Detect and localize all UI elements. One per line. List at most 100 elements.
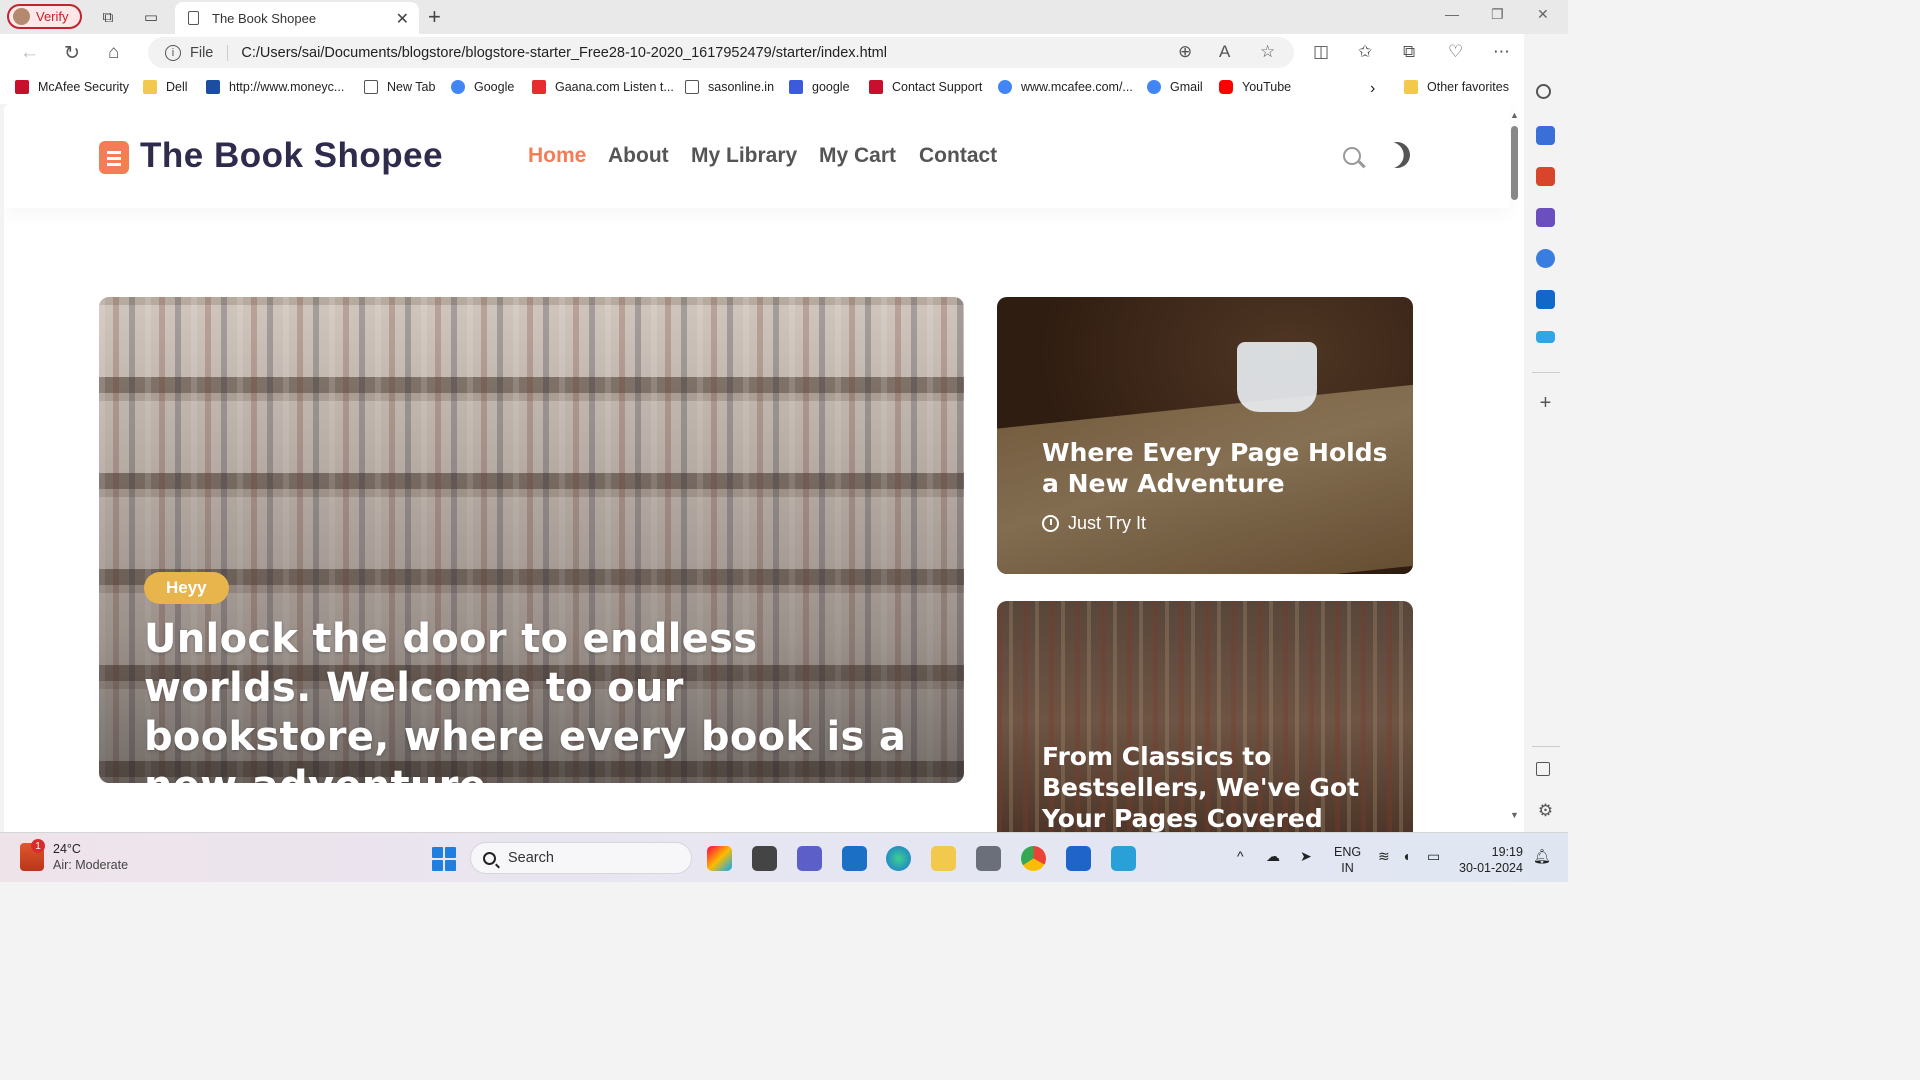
notification-bell-icon[interactable]: 🔔︎ xyxy=(1533,848,1551,864)
coffee-cup-image xyxy=(1237,342,1317,412)
send-icon[interactable] xyxy=(1536,331,1555,343)
favorite-item[interactable]: Google xyxy=(451,80,514,94)
favorite-star-icon[interactable]: ☆ xyxy=(1260,42,1275,62)
read-aloud-icon[interactable]: A xyxy=(1219,42,1230,62)
site-header: The Book Shopee Home About My Library My… xyxy=(4,104,1510,208)
favorite-item[interactable]: google xyxy=(789,80,850,94)
hero-card[interactable]: Heyy Unlock the door to endless worlds. … xyxy=(99,297,964,783)
location-icon[interactable]: ➤ xyxy=(1300,848,1312,864)
feature-card[interactable]: Where Every Page Holds a New Adventure J… xyxy=(997,297,1413,574)
scroll-up-arrow-icon[interactable]: ▲ xyxy=(1510,110,1519,120)
nav-home[interactable]: Home xyxy=(528,144,586,168)
favorite-item[interactable]: New Tab xyxy=(364,80,435,94)
nav-my-library[interactable]: My Library xyxy=(691,144,797,168)
url-field[interactable]: i File C:/Users/sai/Documents/blogstore/… xyxy=(148,37,1294,68)
feature-card[interactable]: From Classics to Bestsellers, We've Got … xyxy=(997,601,1413,832)
book-logo-icon[interactable] xyxy=(99,141,129,174)
tab-actions-icon[interactable]: ▭ xyxy=(141,7,161,27)
favorite-item[interactable]: Gaana.com Listen t... xyxy=(532,80,674,94)
url-text[interactable]: C:/Users/sai/Documents/blogstore/blogsto… xyxy=(241,45,887,61)
category-tag[interactable]: Heyy xyxy=(144,572,229,604)
settings-gear-icon[interactable]: ⚙ xyxy=(1536,801,1555,820)
tab-title: The Book Shopee xyxy=(212,10,317,26)
file-explorer-icon[interactable] xyxy=(931,846,956,871)
games-icon[interactable] xyxy=(1536,208,1555,227)
site-logo-text[interactable]: The Book Shopee xyxy=(140,136,443,176)
sidebar-panel-icon[interactable] xyxy=(1536,762,1550,776)
edge-browser-icon[interactable] xyxy=(886,846,911,871)
feature-card-title[interactable]: From Classics to Bestsellers, We've Got … xyxy=(1042,741,1402,832)
back-icon[interactable]: ← xyxy=(20,42,39,64)
favorite-item[interactable]: www.mcafee.com/... xyxy=(998,80,1133,94)
nav-contact[interactable]: Contact xyxy=(919,144,997,168)
windows-start-icon[interactable] xyxy=(432,847,456,871)
page-icon xyxy=(364,80,378,94)
close-tab-icon[interactable]: ✕ xyxy=(396,9,409,29)
snipping-tool-icon[interactable] xyxy=(1111,846,1136,871)
zoom-icon[interactable]: ⊕ xyxy=(1178,42,1192,62)
collections-icon[interactable]: ⧉ xyxy=(1403,42,1415,62)
add-icon[interactable]: + xyxy=(1536,393,1555,413)
microsoft-store-icon[interactable] xyxy=(1066,846,1091,871)
copilot-apps-icon[interactable] xyxy=(1536,249,1555,268)
favorite-item[interactable]: http://www.moneyc... xyxy=(206,80,344,94)
clock-icon xyxy=(1042,515,1059,532)
restore-icon[interactable]: ❐ xyxy=(1491,6,1504,23)
taskbar-search[interactable]: Search xyxy=(470,842,692,874)
other-favorites[interactable]: Other favorites xyxy=(1404,80,1509,94)
close-window-icon[interactable]: ✕ xyxy=(1537,6,1549,23)
info-icon[interactable]: i xyxy=(165,44,181,61)
shopping-tag-icon[interactable] xyxy=(1536,126,1555,145)
feature-card-title[interactable]: Where Every Page Holds a New Adventure xyxy=(1042,437,1402,499)
language-indicator[interactable]: ENG IN xyxy=(1334,844,1361,876)
refresh-icon[interactable]: ↻ xyxy=(64,42,80,65)
task-view-icon[interactable] xyxy=(752,846,777,871)
page-scrollbar[interactable]: ▲ ▼ xyxy=(1508,104,1522,828)
chevron-right-icon[interactable]: › xyxy=(1370,80,1375,98)
windows-taskbar: 1 24°C Air: Moderate Search ^ ☁ ➤ ENG IN… xyxy=(0,832,1568,882)
search-icon[interactable] xyxy=(1343,147,1361,165)
nav-my-cart[interactable]: My Cart xyxy=(819,144,896,168)
favorite-item[interactable]: Contact Support xyxy=(869,80,982,94)
home-icon[interactable]: ⌂ xyxy=(108,42,119,64)
favorite-item[interactable]: Gmail xyxy=(1147,80,1203,94)
dark-mode-moon-icon[interactable] xyxy=(1380,138,1413,171)
minimize-icon[interactable]: — xyxy=(1445,6,1459,22)
camera-icon[interactable] xyxy=(976,846,1001,871)
profile-avatar xyxy=(13,8,30,25)
scrollbar-thumb[interactable] xyxy=(1511,126,1518,200)
teams-icon[interactable] xyxy=(797,846,822,871)
split-screen-icon[interactable]: ◫ xyxy=(1313,42,1329,62)
browser-essentials-icon[interactable]: ♡ xyxy=(1448,42,1463,62)
clock-date[interactable]: 19:19 30-01-2024 xyxy=(1459,844,1523,876)
outlook-icon[interactable] xyxy=(1536,290,1555,309)
tab-book-shopee[interactable]: The Book Shopee ✕ xyxy=(175,2,419,34)
workspaces-icon[interactable]: ⧉ xyxy=(98,7,118,27)
store-window-icon[interactable] xyxy=(842,846,867,871)
favorites-bar: McAfee Security Dell http://www.moneyc..… xyxy=(0,72,1568,104)
page-icon xyxy=(685,80,699,94)
battery-icon[interactable]: ▭ xyxy=(1427,848,1440,864)
onedrive-icon[interactable]: ☁ xyxy=(1266,848,1280,864)
search-icon[interactable] xyxy=(1536,84,1551,99)
favorites-icon[interactable]: ✩ xyxy=(1358,42,1372,62)
hero-title[interactable]: Unlock the door to endless worlds. Welco… xyxy=(144,615,934,783)
scroll-down-arrow-icon[interactable]: ▼ xyxy=(1510,810,1519,820)
volume-icon[interactable]: ◖ xyxy=(1402,848,1410,864)
profile-verify-button[interactable]: Verify xyxy=(7,4,82,29)
favorite-item[interactable]: sasonline.in xyxy=(685,80,774,94)
more-menu-icon[interactable]: ⋯ xyxy=(1493,42,1510,62)
favorite-item[interactable]: YouTube xyxy=(1219,80,1291,94)
youtube-icon xyxy=(1219,80,1233,94)
wifi-icon[interactable]: ≋ xyxy=(1378,848,1390,864)
chevron-up-icon[interactable]: ^ xyxy=(1237,848,1244,864)
weather-widget[interactable]: 1 24°C Air: Moderate xyxy=(20,839,128,873)
copilot-app-icon[interactable] xyxy=(707,846,732,871)
tools-icon[interactable] xyxy=(1536,167,1555,186)
new-tab-icon[interactable]: + xyxy=(428,4,441,30)
chrome-icon[interactable] xyxy=(1021,846,1046,871)
favorite-item[interactable]: McAfee Security xyxy=(15,80,129,94)
weather-icon: 1 xyxy=(20,839,45,871)
nav-about[interactable]: About xyxy=(608,144,669,168)
favorite-item[interactable]: Dell xyxy=(143,80,188,94)
